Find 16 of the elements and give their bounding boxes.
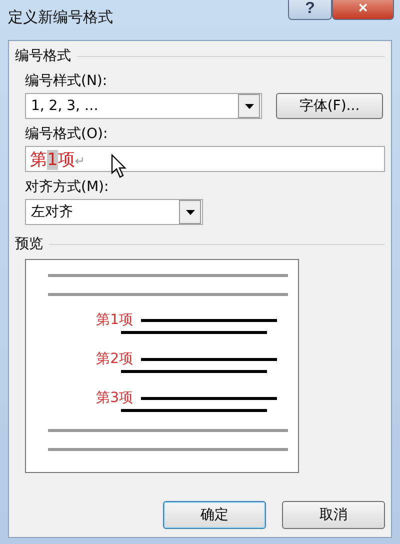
- field-label: 编号样式(N):: [25, 72, 108, 90]
- ok-button[interactable]: 确定: [163, 501, 266, 529]
- cancel-button[interactable]: 取消: [282, 501, 385, 529]
- preview-number-label: 第3项: [95, 389, 133, 407]
- alignment-dropdown[interactable]: 左对齐: [25, 199, 203, 225]
- help-button[interactable]: ?: [288, 0, 332, 20]
- font-button[interactable]: 字体(F)...: [276, 93, 383, 119]
- field-label: 对齐方式(M):: [25, 178, 110, 196]
- group-title: 编号格式: [15, 47, 71, 65]
- field-label: 编号格式(O):: [25, 125, 109, 143]
- preview-number-label: 第2项: [95, 350, 133, 368]
- mouse-pointer-icon: [110, 154, 127, 178]
- group-title: 预览: [15, 235, 43, 253]
- window-title: 定义新编号格式: [8, 8, 113, 27]
- number-style-dropdown[interactable]: 1, 2, 3, …: [25, 93, 262, 119]
- preview-number-label: 第1项: [95, 311, 133, 329]
